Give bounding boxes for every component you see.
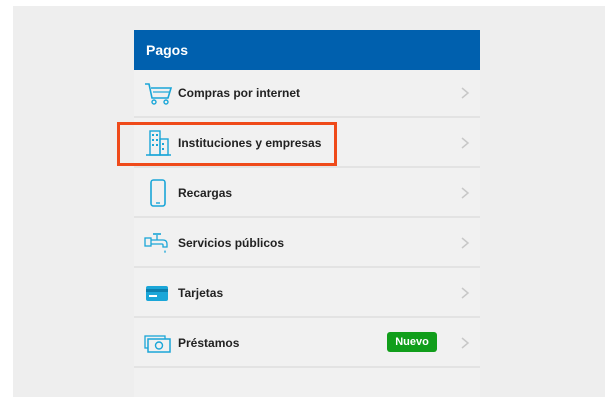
menu-item-label: Recargas bbox=[178, 186, 233, 200]
chevron-right-icon bbox=[461, 187, 470, 199]
chevron-right-icon bbox=[461, 137, 470, 149]
chevron-right-icon bbox=[461, 87, 470, 99]
water-faucet-icon bbox=[144, 233, 168, 253]
chevron-right-icon bbox=[461, 337, 470, 349]
payments-panel: Pagos Compras por internet Instituciones… bbox=[134, 30, 480, 397]
menu-item-compras-por-internet[interactable]: Compras por internet bbox=[134, 70, 480, 118]
menu-item-prestamos[interactable]: Préstamos Nuevo bbox=[134, 320, 480, 368]
credit-card-icon bbox=[146, 286, 168, 301]
menu-item-tarjetas[interactable]: Tarjetas bbox=[134, 270, 480, 318]
smartphone-icon bbox=[150, 179, 166, 207]
shopping-cart-icon bbox=[145, 83, 173, 105]
panel-title: Pagos bbox=[134, 30, 480, 70]
menu-item-label: Préstamos bbox=[178, 336, 240, 350]
chevron-right-icon bbox=[461, 237, 470, 249]
menu-item-label: Compras por internet bbox=[178, 86, 301, 100]
menu-item-label: Tarjetas bbox=[178, 286, 224, 300]
chevron-right-icon bbox=[461, 287, 470, 299]
menu-item-recargas[interactable]: Recargas bbox=[134, 170, 480, 218]
menu-item-label: Servicios públicos bbox=[178, 236, 285, 250]
new-badge: Nuevo bbox=[387, 332, 437, 352]
menu-item-servicios-publicos[interactable]: Servicios públicos bbox=[134, 220, 480, 268]
cash-loan-icon bbox=[144, 335, 171, 353]
selection-highlight bbox=[117, 122, 337, 166]
